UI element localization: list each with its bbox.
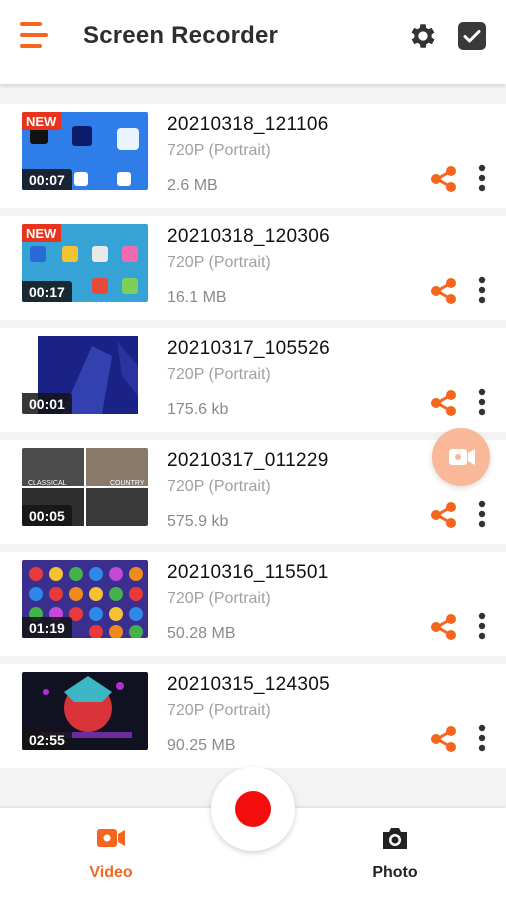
resolution-label: 720P (Portrait) <box>167 142 271 159</box>
new-badge: NEW <box>22 224 62 242</box>
svg-text:CLASSICAL: CLASSICAL <box>28 480 67 487</box>
file-name: 20210317_011229 <box>167 450 329 471</box>
check-icon[interactable] <box>457 21 487 51</box>
more-vert-icon[interactable] <box>470 162 494 194</box>
resolution-label: 720P (Portrait) <box>167 254 271 271</box>
list-item[interactable]: 00:01 20210317_105526 720P (Portrait) 17… <box>0 328 506 432</box>
duration-label: 00:17 <box>22 281 72 302</box>
video-thumbnail[interactable]: CLASSICAL COUNTRY 00:05 <box>22 448 148 526</box>
resolution-label: 720P (Portrait) <box>167 702 271 719</box>
record-button[interactable] <box>211 767 295 851</box>
share-icon[interactable] <box>429 612 459 642</box>
duration-label: 00:05 <box>22 505 72 526</box>
svg-text:COUNTRY: COUNTRY <box>110 480 145 487</box>
resolution-label: 720P (Portrait) <box>167 590 271 607</box>
video-thumbnail[interactable]: 00:01 <box>22 336 148 414</box>
tab-photo-label: Photo <box>372 864 418 881</box>
file-size: 50.28 MB <box>167 625 236 642</box>
more-vert-icon[interactable] <box>470 274 494 306</box>
file-name: 20210318_121106 <box>167 114 329 135</box>
video-thumbnail[interactable]: 02:55 <box>22 672 148 750</box>
menu-icon[interactable] <box>20 22 50 50</box>
more-vert-icon[interactable] <box>470 386 494 418</box>
file-size: 575.9 kb <box>167 513 229 530</box>
list-item[interactable]: 02:55 20210315_124305 720P (Portrait) 90… <box>0 664 506 768</box>
file-name: 20210315_124305 <box>167 674 331 695</box>
new-badge: NEW <box>22 112 62 130</box>
duration-label: 00:01 <box>22 393 72 414</box>
resolution-label: 720P (Portrait) <box>167 478 271 495</box>
more-vert-icon[interactable] <box>470 498 494 530</box>
share-icon[interactable] <box>429 388 459 418</box>
file-name: 20210316_115501 <box>167 562 329 583</box>
list-item[interactable]: 01:19 20210316_115501 720P (Portrait) 50… <box>0 552 506 656</box>
share-icon[interactable] <box>429 276 459 306</box>
more-vert-icon[interactable] <box>470 610 494 642</box>
tab-photo[interactable]: Photo <box>335 820 455 890</box>
resolution-label: 720P (Portrait) <box>167 366 271 383</box>
file-size: 16.1 MB <box>167 289 227 306</box>
tab-video-label: Video <box>89 864 133 881</box>
file-size: 175.6 kb <box>167 401 229 418</box>
app-title: Screen Recorder <box>83 22 279 49</box>
share-icon[interactable] <box>429 724 459 754</box>
file-name: 20210317_105526 <box>167 338 331 359</box>
list-item[interactable]: NEW 00:17 20210318_120306 720P (Portrait… <box>0 216 506 320</box>
app-bar: Screen Recorder <box>0 0 506 84</box>
video-thumbnail[interactable]: NEW 00:07 <box>22 112 148 190</box>
list-item[interactable]: CLASSICAL COUNTRY 00:05 20210317_011229 … <box>0 440 506 544</box>
file-size: 90.25 MB <box>167 737 236 754</box>
share-icon[interactable] <box>429 164 459 194</box>
video-camera-icon <box>95 824 127 852</box>
record-dot <box>235 791 271 827</box>
video-thumbnail[interactable]: 01:19 <box>22 560 148 638</box>
video-camera-icon <box>449 449 475 465</box>
duration-label: 02:55 <box>22 729 72 750</box>
camera-icon <box>379 824 411 852</box>
tab-video[interactable]: Video <box>51 820 171 890</box>
file-name: 20210318_120306 <box>167 226 331 247</box>
share-icon[interactable] <box>429 500 459 530</box>
duration-label: 01:19 <box>22 617 72 638</box>
gear-icon[interactable] <box>407 20 439 52</box>
file-size: 2.6 MB <box>167 177 218 194</box>
video-thumbnail[interactable]: NEW 00:17 <box>22 224 148 302</box>
more-vert-icon[interactable] <box>470 722 494 754</box>
floating-record-button[interactable] <box>432 428 490 486</box>
duration-label: 00:07 <box>22 169 72 190</box>
list-item[interactable]: NEW 00:07 20210318_121106 720P (Portrait… <box>0 104 506 208</box>
